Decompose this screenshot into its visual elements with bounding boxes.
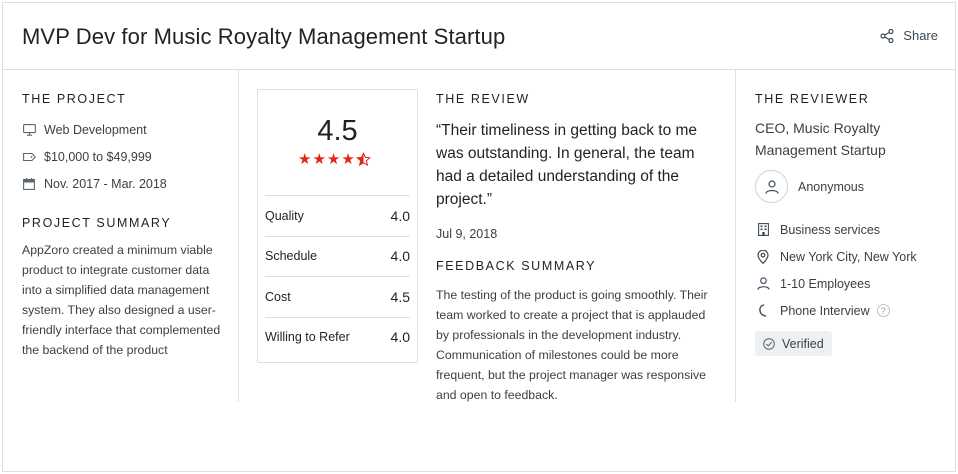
reviewer-industry: Business services: [755, 216, 917, 243]
phone-icon: [755, 303, 771, 319]
star-icon: ★: [341, 151, 355, 168]
share-button[interactable]: Share: [880, 28, 938, 43]
share-label: Share: [903, 28, 938, 43]
score-label: Quality: [265, 208, 304, 223]
score-value: 4.0: [390, 207, 410, 224]
reviewer-interview-type: Phone Interview ?: [755, 297, 917, 324]
score-row-quality: Quality 4.0: [265, 195, 410, 236]
project-facts: Web Development $10,000 to $49,999 Nov. …: [22, 116, 167, 197]
review-title: MVP Dev for Music Royalty Management Sta…: [22, 24, 506, 49]
help-icon[interactable]: ?: [876, 304, 890, 317]
reviewer-company-size: 1-10 Employees: [755, 270, 917, 297]
project-section-label: THE PROJECT: [22, 92, 127, 106]
share-icon: [880, 28, 894, 43]
review-date: Jul 9, 2018: [436, 227, 498, 241]
feedback-summary-label: FEEDBACK SUMMARY: [436, 259, 597, 273]
verified-badge: Verified: [755, 331, 832, 356]
project-dates: Nov. 2017 - Mar. 2018: [22, 170, 167, 197]
star-icon: ★: [298, 151, 312, 168]
review-section-label: THE REVIEW: [436, 92, 530, 106]
monitor-icon: [22, 123, 36, 137]
check-circle-icon: [763, 337, 775, 350]
project-summary-label: PROJECT SUMMARY: [22, 216, 172, 230]
reviewer-location-text: New York City, New York: [780, 249, 917, 264]
score-value: 4.5: [390, 288, 410, 305]
reviewer-company-size-text: 1-10 Employees: [780, 276, 871, 291]
location-pin-icon: [755, 249, 771, 265]
score-label: Willing to Refer: [265, 330, 350, 345]
review-card: MVP Dev for Music Royalty Management Sta…: [2, 2, 956, 472]
half-star-icon: [355, 152, 371, 170]
reviewer-location: New York City, New York: [755, 243, 917, 270]
reviewer-section-label: THE REVIEWER: [755, 92, 870, 106]
overall-rating: 4.5: [317, 115, 358, 147]
score-row-cost: Cost 4.5: [265, 276, 410, 317]
building-icon: [755, 222, 771, 238]
rating-box: 4.5 ★ ★ ★ ★ Quality 4.0 Schedule 4.0 Cos…: [257, 89, 418, 363]
project-service: Web Development: [22, 116, 167, 143]
person-icon: [764, 179, 779, 194]
review-header: MVP Dev for Music Royalty Management Sta…: [3, 3, 955, 70]
star-rating: ★ ★ ★ ★: [298, 152, 372, 170]
reviewer-facts: Business services New York City, New Yor…: [755, 216, 917, 324]
feedback-summary-text: The testing of the product is going smoo…: [436, 288, 708, 402]
score-value: 4.0: [390, 329, 410, 346]
reviewer-column: THE REVIEWER CEO, Music Royalty Manageme…: [735, 70, 955, 402]
reviewer-role: CEO, Music Royalty Management Startup: [755, 120, 886, 158]
score-rows: Quality 4.0 Schedule 4.0 Cost 4.5 Willin…: [265, 195, 410, 357]
person-icon: [755, 276, 771, 292]
star-icon: ★: [312, 151, 326, 168]
score-label: Schedule: [265, 249, 318, 264]
project-budget: $10,000 to $49,999: [22, 143, 167, 170]
star-icon: ★: [326, 151, 341, 168]
reviewer-industry-text: Business services: [780, 222, 881, 237]
reviewer-interview-type-text: Phone Interview: [780, 303, 870, 318]
project-column: THE PROJECT Web Development $10,000 to $…: [3, 70, 239, 402]
price-tag-icon: [22, 150, 36, 164]
review-quote: “Their timeliness in getting back to me …: [436, 122, 698, 208]
project-summary-text: AppZoro created a minimum viable product…: [22, 243, 221, 357]
reviewer-identity: Anonymous: [755, 170, 864, 203]
score-value: 4.0: [390, 248, 410, 265]
score-row-willing-to-refer: Willing to Refer 4.0: [265, 316, 410, 358]
calendar-icon: [22, 177, 36, 191]
project-dates-text: Nov. 2017 - Mar. 2018: [44, 176, 167, 191]
reviewer-name: Anonymous: [798, 179, 865, 194]
verified-label: Verified: [782, 336, 824, 351]
project-service-text: Web Development: [44, 122, 147, 137]
project-budget-text: $10,000 to $49,999: [44, 149, 152, 164]
score-label: Cost: [265, 289, 291, 304]
score-row-schedule: Schedule 4.0: [265, 235, 410, 277]
avatar: [755, 170, 788, 203]
